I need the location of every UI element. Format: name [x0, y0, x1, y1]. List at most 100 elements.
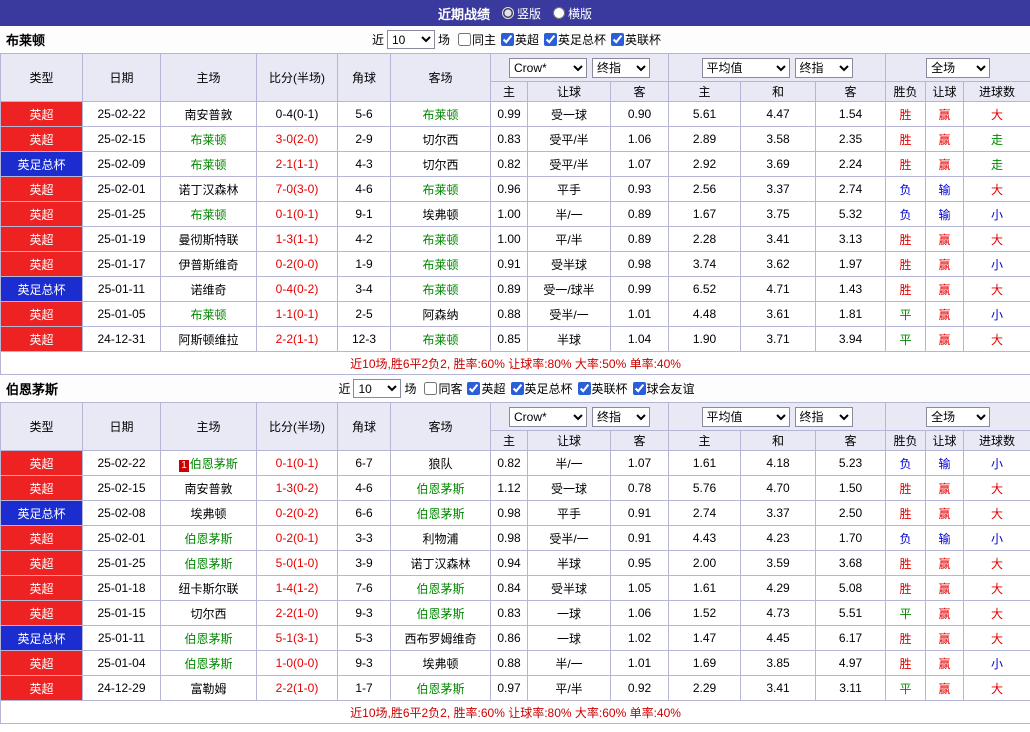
avg-odds-home: 4.48 — [668, 301, 742, 327]
match-row: 英超 25-02-01 伯恩茅斯 0-2(0-1) 3-3 利物浦 0.98 受半/一 0.91… — [0, 525, 1030, 551]
vertical-radio[interactable] — [501, 7, 514, 19]
sub-goals-result: 进球数 — [963, 81, 1030, 102]
league-option-facup[interactable]: 英足总杯 — [539, 31, 606, 48]
result-goals: 大 — [963, 575, 1030, 601]
avg-odds-away: 1.54 — [815, 101, 887, 127]
result-goals: 大 — [963, 475, 1030, 501]
avg-final-select[interactable]: 终指 — [794, 406, 853, 427]
result-handicap: 赢 — [925, 475, 965, 501]
odds-final-select[interactable]: 终指 — [592, 406, 650, 427]
corner-count: 6-6 — [337, 500, 391, 526]
league-option-facup[interactable]: 英足总杯 — [506, 380, 573, 397]
sub-handicap: 让球 — [527, 430, 611, 451]
scope-select[interactable]: 全场 — [926, 57, 991, 78]
league-badge: 英超 — [0, 575, 83, 601]
match-count-select[interactable]: 10 — [353, 379, 402, 398]
league-option-eflcup[interactable]: 英联杯 — [606, 31, 661, 48]
summary-line: 近10场,胜6平2负2, 胜率:60% 让球率:80% 大率:60% 单率:40… — [0, 700, 1030, 724]
avg-odds-home: 5.61 — [668, 101, 742, 127]
league-checkbox-premier[interactable] — [467, 382, 481, 395]
match-row: 英超 24-12-31 阿斯顿维拉 2-2(1-1) 12-3 布莱顿 0.85 半球 1.04… — [0, 326, 1030, 352]
avg-odds-away: 3.68 — [815, 550, 887, 576]
sub-goals-result: 进球数 — [963, 430, 1030, 451]
away-team: 阿森纳 — [390, 301, 491, 327]
handicap-odds-home: 0.82 — [490, 450, 528, 476]
away-team: 布莱顿 — [390, 251, 491, 277]
avg-odds-draw: 3.41 — [740, 675, 817, 701]
result-outcome: 负 — [885, 450, 927, 476]
corner-count: 2-9 — [337, 126, 391, 152]
avg-odds-draw: 4.23 — [740, 525, 817, 551]
result-outcome: 平 — [885, 600, 927, 626]
same-venue-checkbox[interactable] — [457, 33, 471, 46]
match-date: 25-01-05 — [82, 301, 161, 327]
handicap-line: 受半/一 — [527, 525, 611, 551]
sub-avg-draw: 和 — [740, 81, 817, 102]
layout-horizontal-option[interactable]: 横版 — [553, 5, 592, 22]
odds-final-select[interactable]: 终指 — [592, 57, 650, 78]
league-badge: 英足总杯 — [0, 500, 83, 526]
result-goals: 大 — [963, 101, 1030, 127]
league-checkbox-eflcup[interactable] — [577, 382, 591, 395]
home-team: 诺维奇 — [160, 276, 257, 302]
avg-source-select[interactable]: 平均值 — [701, 57, 790, 78]
avg-source-select[interactable]: 平均值 — [701, 406, 790, 427]
sub-home-odds: 主 — [490, 430, 528, 451]
corner-count: 3-9 — [337, 550, 391, 576]
sub-outcome: 胜负 — [885, 81, 927, 102]
home-team: 埃弗顿 — [160, 500, 257, 526]
match-date: 25-02-15 — [82, 475, 161, 501]
league-badge: 英超 — [0, 525, 83, 551]
league-badge: 英足总杯 — [0, 151, 83, 177]
handicap-odds-away: 1.06 — [609, 126, 670, 152]
result-outcome: 胜 — [885, 500, 927, 526]
same-venue-option[interactable]: 同客 — [419, 380, 462, 397]
avg-odds-away: 2.24 — [815, 151, 887, 177]
league-option-premier[interactable]: 英超 — [462, 380, 506, 397]
handicap-line: 受半球 — [527, 575, 611, 601]
same-venue-option[interactable]: 同主 — [453, 31, 496, 48]
away-team: 伯恩茅斯 — [390, 675, 491, 701]
result-goals: 大 — [963, 226, 1030, 252]
avg-odds-home: 1.69 — [668, 650, 742, 676]
league-checkbox-friendly[interactable] — [632, 382, 646, 395]
league-option-premier[interactable]: 英超 — [496, 31, 539, 48]
avg-odds-draw: 4.71 — [740, 276, 817, 302]
score: 0-4(0-1) — [256, 101, 338, 127]
score: 1-1(0-1) — [256, 301, 338, 327]
home-team: 布莱顿 — [160, 301, 257, 327]
league-badge: 英超 — [0, 101, 83, 127]
league-option-eflcup[interactable]: 英联杯 — [573, 380, 628, 397]
result-goals: 大 — [963, 176, 1030, 202]
result-handicap: 赢 — [925, 226, 965, 252]
horizontal-radio[interactable] — [553, 7, 565, 19]
bookmaker-select[interactable]: Crow* — [509, 406, 587, 427]
result-outcome: 负 — [885, 176, 927, 202]
sub-handicap-result: 让球 — [925, 430, 965, 451]
match-date: 25-02-22 — [82, 101, 161, 127]
avg-final-select[interactable]: 终指 — [794, 57, 853, 78]
corner-count: 1-7 — [337, 675, 391, 701]
league-checkbox-facup[interactable] — [544, 33, 558, 46]
scope-select[interactable]: 全场 — [926, 406, 991, 427]
league-checkbox-eflcup[interactable] — [611, 33, 625, 46]
match-row: 英超 25-02-22 南安普敦 0-4(0-1) 5-6 布莱顿 0.99 受一球 0.90 5… — [0, 101, 1030, 127]
layout-vertical-option[interactable]: 竖版 — [501, 5, 541, 22]
handicap-line: 一球 — [527, 600, 611, 626]
corner-count: 4-3 — [337, 151, 391, 177]
league-option-friendly[interactable]: 球会友谊 — [628, 380, 695, 397]
handicap-odds-home: 0.96 — [490, 176, 528, 202]
handicap-line: 半球 — [527, 326, 611, 352]
match-count-select[interactable]: 10 — [386, 30, 435, 49]
result-goals: 大 — [963, 675, 1030, 701]
league-checkbox-facup[interactable] — [510, 382, 524, 395]
bookmaker-select[interactable]: Crow* — [509, 57, 587, 78]
handicap-line: 半/一 — [527, 650, 611, 676]
league-checkbox-premier[interactable] — [501, 33, 514, 46]
corner-count: 9-3 — [337, 600, 391, 626]
same-venue-checkbox[interactable] — [424, 382, 438, 395]
handicap-odds-away: 0.93 — [609, 176, 670, 202]
league-badge: 英足总杯 — [0, 276, 83, 302]
league-label: 英足总杯 — [524, 382, 573, 396]
home-team: 阿斯顿维拉 — [160, 326, 257, 352]
